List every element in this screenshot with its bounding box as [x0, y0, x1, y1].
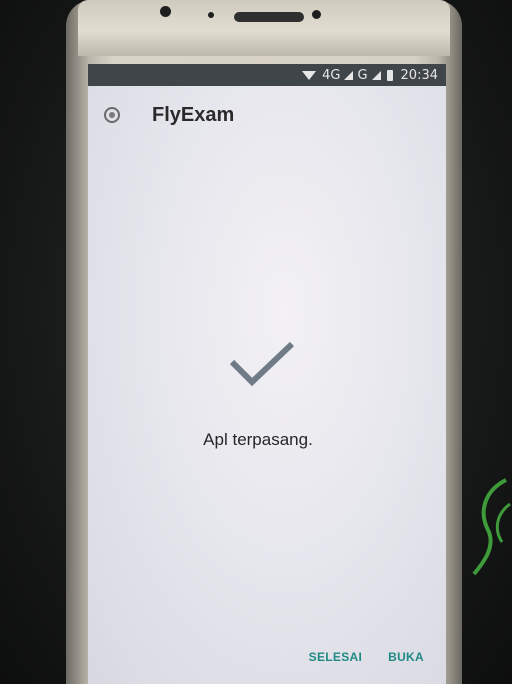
- phone-top-bezel: [78, 0, 450, 56]
- photo-frame: 4G G 20:34 FlyExam Apl terpasang. SELESA…: [0, 0, 512, 684]
- signal-icon: [371, 70, 381, 80]
- background-green-decoration: [472, 478, 511, 576]
- front-camera: [160, 6, 171, 17]
- open-button[interactable]: BUKA: [388, 650, 424, 664]
- app-header: FlyExam: [88, 86, 446, 144]
- done-button[interactable]: SELESAI: [309, 650, 362, 664]
- app-title: FlyExam: [152, 103, 235, 126]
- app-badge-icon: [104, 107, 120, 123]
- dialog-actions: SELESAI BUKA: [309, 650, 424, 664]
- install-status-message: Apl terpasang.: [203, 430, 313, 449]
- network-g-label: G: [357, 67, 368, 83]
- phone-screen: 4G G 20:34 FlyExam Apl terpasang. SELESA…: [88, 64, 446, 684]
- checkmark-icon: [229, 341, 295, 387]
- signal-icon: [344, 70, 354, 80]
- status-time: 20:34: [400, 67, 438, 83]
- light-sensor: [312, 10, 321, 19]
- network-4g-label: 4G: [322, 67, 341, 83]
- battery-icon: [386, 69, 393, 81]
- proximity-sensor: [208, 12, 214, 18]
- wifi-icon: [302, 70, 317, 80]
- earpiece: [234, 12, 304, 22]
- status-bar: 4G G 20:34: [88, 64, 446, 86]
